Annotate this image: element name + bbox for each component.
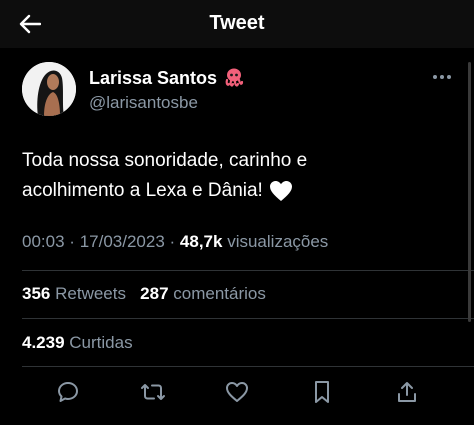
page-title: Tweet <box>209 12 265 34</box>
action-bar <box>0 378 474 406</box>
divider <box>22 270 474 271</box>
tweet-text: Toda nossa sonoridade, carinho e acolhim… <box>22 146 452 206</box>
avatar[interactable] <box>22 62 76 116</box>
octopus-emoji-icon <box>225 68 244 87</box>
divider <box>22 318 474 319</box>
tweet-time[interactable]: 00:03 <box>22 232 65 251</box>
views-count: 48,7k <box>179 232 223 251</box>
retweet-icon <box>141 384 165 400</box>
like-button[interactable] <box>223 378 251 406</box>
bookmark-button[interactable] <box>308 378 336 406</box>
share-icon <box>398 382 416 402</box>
more-dots-icon <box>433 75 451 79</box>
tweet-text-line-2-text: acolhimento a Lexa e Dânia! <box>22 180 263 201</box>
replies-count: 287 <box>140 284 169 303</box>
likes-count: 4.239 <box>22 333 65 352</box>
retweets-label: Retweets <box>55 284 126 303</box>
divider <box>22 366 474 367</box>
meta-separator: · <box>169 232 176 251</box>
tweet-meta: 00:03 · 17/03/2023 · 48,7k visualizações <box>22 232 328 252</box>
author-name[interactable]: Larissa Santos <box>89 67 245 89</box>
scrollbar[interactable] <box>468 62 471 322</box>
reply-icon <box>58 382 78 402</box>
views-label: visualizações <box>227 232 329 251</box>
tweet-date[interactable]: 17/03/2023 <box>80 232 165 251</box>
replies-label: comentários <box>173 284 266 303</box>
heart-icon <box>226 382 248 402</box>
reply-button[interactable] <box>54 378 82 406</box>
top-bar: Tweet <box>0 0 474 48</box>
retweets-stat[interactable]: 356 Retweets <box>22 284 131 303</box>
tweet-text-line-1: Toda nossa sonoridade, carinho e <box>22 150 308 171</box>
meta-separator: · <box>69 232 75 251</box>
retweet-button[interactable] <box>139 378 167 406</box>
replies-stat[interactable]: 287 comentários <box>140 284 266 303</box>
white-heart-emoji-icon <box>269 181 292 201</box>
author-name-text: Larissa Santos <box>89 67 218 88</box>
retweets-count: 356 <box>22 284 51 303</box>
bookmark-icon <box>315 381 329 403</box>
tweet-text-line-2: acolhimento a Lexa e Dânia! <box>22 176 452 206</box>
share-button[interactable] <box>393 378 421 406</box>
author-handle[interactable]: @larisantosbe <box>89 93 198 113</box>
more-options-button[interactable] <box>430 68 454 86</box>
likes-label: Curtidas <box>69 333 133 352</box>
likes-stats[interactable]: 4.239 Curtidas <box>22 333 133 353</box>
retweets-replies-stats: 356 Retweets 287 comentários <box>22 284 266 304</box>
